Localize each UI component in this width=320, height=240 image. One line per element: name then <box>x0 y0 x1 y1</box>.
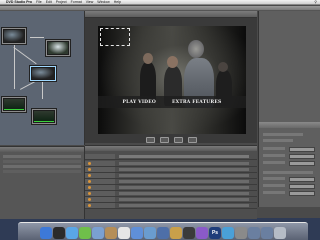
system-preferences-icon[interactable] <box>235 227 247 239</box>
selection-marquee[interactable] <box>100 28 130 46</box>
palette-tab-bar[interactable] <box>0 147 84 152</box>
graph-node-track-1[interactable] <box>2 97 26 112</box>
track-row[interactable] <box>85 203 257 209</box>
ichat-icon[interactable] <box>79 227 91 239</box>
play-button[interactable] <box>159 136 169 143</box>
inspector-field[interactable] <box>289 184 315 189</box>
menu-view[interactable]: View <box>86 0 94 4</box>
graph-node-first-play[interactable] <box>2 28 26 44</box>
stop-button[interactable] <box>173 136 183 143</box>
garageband-icon[interactable] <box>170 227 182 239</box>
inspector-field[interactable] <box>289 191 315 196</box>
center-person-head <box>167 56 178 68</box>
menu-app[interactable]: DVD Studio Pro <box>6 0 32 4</box>
inspector-row <box>263 177 285 180</box>
inspector-field[interactable] <box>289 161 315 166</box>
asset-row[interactable] <box>3 170 81 173</box>
inspector-row <box>263 133 303 136</box>
photoshop-icon[interactable]: Ps <box>209 227 221 239</box>
graph-node-main-menu[interactable] <box>30 66 56 81</box>
safari-icon[interactable] <box>66 227 78 239</box>
spotlight-icon[interactable]: ⚲ <box>314 0 320 4</box>
address-book-icon[interactable] <box>105 227 117 239</box>
menu-bar: DVD Studio Pro File Edit Project Format … <box>0 0 320 5</box>
extra-features-button[interactable]: EXTRA FEATURES <box>172 100 221 105</box>
track-tab-bar[interactable] <box>85 146 257 151</box>
inspector-row <box>263 139 293 142</box>
graph-view-panel[interactable] <box>0 11 85 145</box>
palette-panel <box>0 146 85 219</box>
inspector-tab-bar[interactable] <box>259 122 320 128</box>
dock: Ps <box>18 222 308 240</box>
ical-icon[interactable] <box>118 227 130 239</box>
asset-row[interactable] <box>3 155 81 158</box>
viewer-tab-bar[interactable] <box>85 11 257 18</box>
inspector-row <box>263 191 285 194</box>
documents-stack-icon[interactable] <box>261 227 273 239</box>
play-video-button[interactable]: PLAY VIDEO <box>123 100 156 105</box>
rewind-button[interactable] <box>145 136 155 143</box>
track-row[interactable] <box>85 154 257 160</box>
inspector-row <box>263 161 285 164</box>
inspector-field[interactable] <box>289 177 315 182</box>
dvd-studio-pro-icon[interactable] <box>222 227 234 239</box>
menu-buttons-strip: PLAY VIDEO EXTRA FEATURES <box>98 96 246 108</box>
track-editor-panel <box>85 145 257 219</box>
motion-icon[interactable] <box>196 227 208 239</box>
inspector-panel <box>258 11 320 207</box>
asset-row[interactable] <box>3 160 81 163</box>
graph-node-menu[interactable] <box>46 40 70 56</box>
inspector-row <box>263 147 285 150</box>
viewer-controls <box>85 136 257 143</box>
itunes-icon[interactable] <box>131 227 143 239</box>
foreground-person-head <box>188 40 204 58</box>
inspector-field[interactable] <box>289 147 315 152</box>
imovie-icon[interactable] <box>157 227 169 239</box>
iphoto-icon[interactable] <box>144 227 156 239</box>
graph-connector <box>30 37 44 38</box>
forward-button[interactable] <box>187 136 197 143</box>
graph-node-track-2[interactable] <box>32 109 56 124</box>
right-person-head <box>218 62 228 72</box>
inspector-row <box>263 171 313 174</box>
asset-row[interactable] <box>3 165 81 168</box>
final-cut-icon[interactable] <box>183 227 195 239</box>
inspector-row <box>263 154 285 157</box>
menu-project[interactable]: Project <box>56 0 67 4</box>
graph-connector <box>13 47 37 65</box>
background-person-head <box>143 53 153 64</box>
menu-help[interactable]: Help <box>114 0 121 4</box>
menu-edit[interactable]: Edit <box>46 0 52 4</box>
inspector-row <box>263 184 285 187</box>
dashboard-icon[interactable] <box>53 227 65 239</box>
mail-icon[interactable] <box>92 227 104 239</box>
trash-icon[interactable] <box>274 227 286 239</box>
inspector-field[interactable] <box>289 154 315 159</box>
menu-format[interactable]: Format <box>71 0 82 4</box>
finder-icon[interactable] <box>40 227 52 239</box>
downloads-stack-icon[interactable] <box>248 227 260 239</box>
menu-window[interactable]: Window <box>97 0 109 4</box>
menu-editor-canvas[interactable]: PLAY VIDEO EXTRA FEATURES <box>98 26 246 134</box>
menu-file[interactable]: File <box>36 0 42 4</box>
